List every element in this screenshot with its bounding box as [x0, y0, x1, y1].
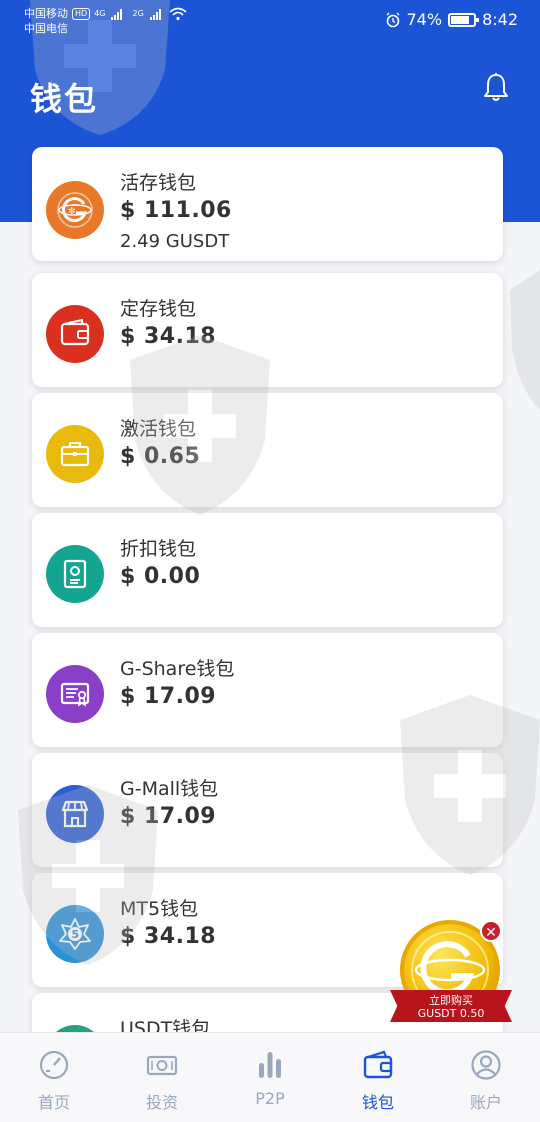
- battery-percent: 74%: [406, 10, 443, 29]
- hd-badge: HD: [72, 7, 91, 20]
- tab-label: 钱包: [361, 1093, 394, 1112]
- wallet-sub-amount: 2.49 GUSDT: [120, 231, 230, 252]
- wifi-icon: [169, 7, 187, 20]
- wallet-card-gshare[interactable]: G-Share钱包 $ 17.09: [32, 633, 503, 747]
- status-bar: 中国移动 HD 4G 2G 中国电信 74% 8:42: [0, 0, 540, 44]
- network-type-1: 4G: [94, 9, 106, 18]
- promo-line1: 立即购买: [429, 994, 473, 1007]
- mt5-icon: 5: [46, 905, 104, 963]
- tab-home[interactable]: 首页: [0, 1033, 108, 1122]
- signal-icon-2: [149, 8, 161, 20]
- clock: 8:42: [482, 10, 518, 29]
- wallet-card-gmall[interactable]: G-Mall钱包 $ 17.09: [32, 753, 503, 867]
- gusdt-coin-icon: ✻: [46, 181, 104, 239]
- bell-icon[interactable]: [482, 72, 510, 104]
- battery-icon: [448, 12, 480, 27]
- tab-label: 账户: [469, 1093, 502, 1112]
- carrier-1: 中国移动: [24, 7, 68, 20]
- wallet-name: MT5钱包: [120, 898, 199, 920]
- wallet-name: G-Share钱包: [120, 658, 235, 680]
- close-icon[interactable]: ✕: [480, 920, 502, 942]
- wallet-card-fixed[interactable]: 定存钱包 $ 34.18: [32, 273, 503, 387]
- tab-label: P2P: [255, 1089, 285, 1108]
- network-type-2: 2G: [132, 9, 144, 18]
- wallet-name: 激活钱包: [120, 418, 197, 440]
- promo-buy-gusdt[interactable]: ✕ 立即购买 GUSDT 0.50: [390, 918, 514, 1026]
- promo-ribbon[interactable]: 立即购买 GUSDT 0.50: [390, 990, 512, 1022]
- bar-chart-icon: [259, 1052, 281, 1078]
- money-icon: [146, 1055, 178, 1076]
- briefcase-icon: [46, 425, 104, 483]
- tab-p2p[interactable]: P2P: [216, 1033, 324, 1122]
- tab-wallet[interactable]: 钱包: [324, 1033, 432, 1122]
- signal-icon: [111, 8, 123, 20]
- promo-line2: GUSDT 0.50: [417, 1007, 485, 1020]
- svg-text:5: 5: [72, 928, 80, 941]
- store-icon: [46, 785, 104, 843]
- wallet-name: G-Mall钱包: [120, 778, 219, 800]
- dashboard-icon: [39, 1050, 69, 1080]
- wallet-name: 定存钱包: [120, 298, 197, 320]
- wallet-card-discount[interactable]: 折扣钱包 $ 0.00: [32, 513, 503, 627]
- wallet-amount: $ 17.09: [120, 804, 217, 829]
- share-certificate-icon: [46, 665, 104, 723]
- user-icon: [471, 1050, 501, 1080]
- wallet-amount: $ 111.06: [120, 198, 232, 223]
- bottom-tab-bar: 首页 投资 P2P 钱包 账户: [0, 1032, 540, 1122]
- tab-label: 首页: [37, 1093, 70, 1112]
- wallet-amount: $ 0.00: [120, 564, 201, 589]
- wallet-amount: $ 34.18: [120, 324, 217, 349]
- tab-invest[interactable]: 投资: [108, 1033, 216, 1122]
- tab-label: 投资: [145, 1093, 178, 1112]
- wallet-amount: $ 0.65: [120, 444, 201, 469]
- wallet-icon: [46, 305, 104, 363]
- certificate-icon: [46, 545, 104, 603]
- wallet-amount: $ 34.18: [120, 924, 217, 949]
- wallet-icon: [363, 1050, 393, 1079]
- wallet-card-activation[interactable]: 激活钱包 $ 0.65: [32, 393, 503, 507]
- svg-text:✻: ✻: [68, 207, 76, 217]
- tab-account[interactable]: 账户: [432, 1033, 540, 1122]
- wallet-card-current[interactable]: ✻ 活存钱包 $ 111.06 2.49 GUSDT: [32, 147, 503, 261]
- wallet-name: 折扣钱包: [120, 538, 197, 560]
- carrier-2: 中国电信: [24, 22, 68, 35]
- page-title: 钱包: [30, 80, 99, 118]
- wallet-amount: $ 17.09: [120, 684, 217, 709]
- wallet-name: 活存钱包: [120, 172, 197, 194]
- watermark-shield-icon: [510, 270, 540, 410]
- alarm-icon: [386, 12, 399, 27]
